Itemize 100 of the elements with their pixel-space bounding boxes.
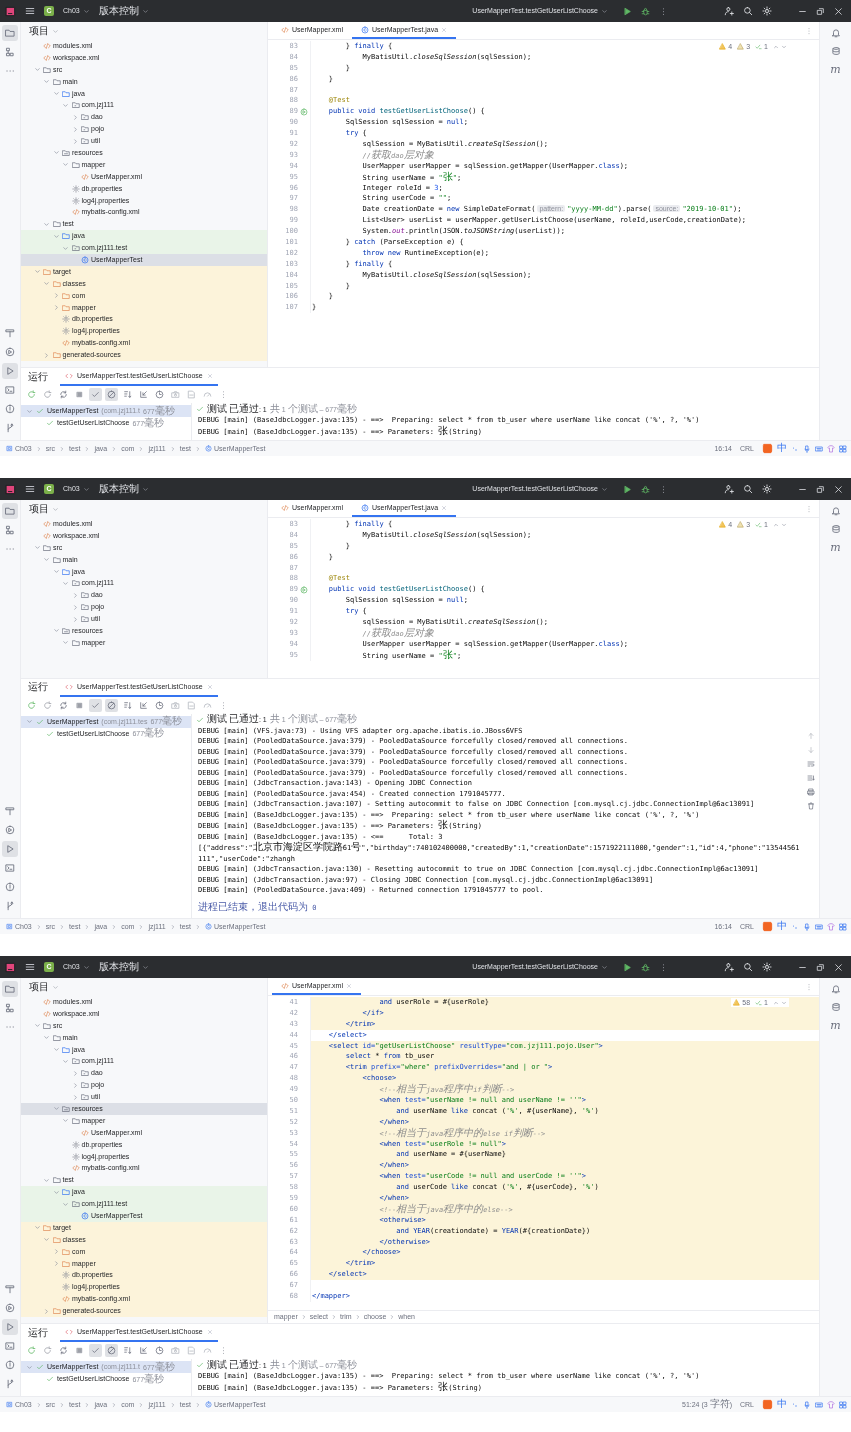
- toolbar-button[interactable]: [89, 388, 102, 401]
- microphone-icon[interactable]: [803, 1400, 811, 1409]
- toolbar-button[interactable]: [89, 1344, 102, 1357]
- trash-icon[interactable]: [807, 801, 815, 810]
- keyboard-icon[interactable]: [815, 922, 823, 931]
- toolbar-button[interactable]: [121, 388, 134, 401]
- arrow-down-icon[interactable]: [807, 745, 815, 754]
- run-icon[interactable]: [623, 484, 632, 494]
- panel-title[interactable]: 项目: [29, 24, 49, 38]
- toolbar-button[interactable]: [41, 698, 54, 712]
- database-icon[interactable]: [830, 524, 841, 534]
- input-method-icon[interactable]: [762, 1399, 773, 1410]
- toolbar-button[interactable]: [25, 698, 38, 712]
- toolbar-button[interactable]: [153, 698, 166, 712]
- input-mode[interactable]: 中: [777, 1399, 787, 1410]
- toolbar-button[interactable]: [41, 1344, 54, 1357]
- arrow-up-icon[interactable]: [807, 731, 815, 740]
- toolbar-button[interactable]: [121, 1344, 134, 1357]
- keyboard-icon[interactable]: [815, 1400, 823, 1409]
- search-icon[interactable]: [743, 6, 753, 16]
- settings-icon[interactable]: [762, 6, 772, 16]
- menu-icon[interactable]: [25, 484, 35, 494]
- maven-button[interactable]: m: [830, 542, 841, 554]
- panel-title[interactable]: 项目: [29, 980, 49, 994]
- toolbar-button[interactable]: [153, 1344, 166, 1357]
- input-method-icon[interactable]: [762, 443, 773, 454]
- punctuation-icon[interactable]: [791, 444, 799, 453]
- maven-button[interactable]: m: [830, 64, 841, 76]
- run-test-icon[interactable]: [300, 585, 308, 594]
- run-icon[interactable]: [623, 962, 632, 972]
- add-user-icon[interactable]: [724, 962, 734, 972]
- microphone-icon[interactable]: [803, 444, 811, 453]
- tool-window-button[interactable]: [2, 503, 18, 519]
- add-user-icon[interactable]: [724, 484, 734, 494]
- maven-button[interactable]: m: [830, 1020, 841, 1032]
- toolbar-button[interactable]: [169, 388, 182, 401]
- toolbar-button[interactable]: [57, 388, 70, 401]
- module-icon: [6, 445, 13, 452]
- run-icon[interactable]: [623, 6, 632, 16]
- tool-window-button[interactable]: [2, 981, 18, 997]
- toolbar-button[interactable]: [105, 1344, 118, 1357]
- database-icon[interactable]: [830, 46, 841, 56]
- settings-icon[interactable]: [762, 962, 772, 972]
- shirt-icon[interactable]: [827, 444, 835, 453]
- toolbar-button[interactable]: [105, 698, 118, 712]
- tool-window-button[interactable]: [2, 841, 18, 857]
- toolbar-button[interactable]: [41, 388, 54, 401]
- toolbar-button[interactable]: [25, 1344, 38, 1357]
- tool-window-button[interactable]: [2, 25, 18, 41]
- bug-icon[interactable]: [641, 962, 650, 972]
- restore-icon[interactable]: [816, 484, 825, 494]
- toolbar-button[interactable]: [105, 388, 118, 401]
- database-icon[interactable]: [830, 1002, 841, 1012]
- toolbar-button[interactable]: [185, 698, 198, 712]
- printer-icon[interactable]: [807, 787, 815, 796]
- menu-icon[interactable]: [25, 6, 35, 16]
- input-method-icon[interactable]: [762, 921, 773, 932]
- search-icon[interactable]: [743, 484, 753, 494]
- restore-icon[interactable]: [816, 6, 825, 16]
- punctuation-icon[interactable]: [791, 922, 799, 931]
- grid-icon[interactable]: [839, 444, 847, 453]
- input-mode[interactable]: 中: [777, 443, 787, 454]
- toolbar-button[interactable]: [137, 1344, 150, 1357]
- search-icon[interactable]: [743, 962, 753, 972]
- grid-icon[interactable]: [839, 922, 847, 931]
- notification-icon[interactable]: [830, 506, 841, 516]
- microphone-icon[interactable]: [803, 922, 811, 931]
- toolbar-button[interactable]: [169, 1344, 182, 1357]
- toolbar-button[interactable]: [89, 698, 102, 712]
- punctuation-icon[interactable]: [791, 1400, 799, 1409]
- notification-icon[interactable]: [830, 984, 841, 994]
- toolbar-button[interactable]: [153, 388, 166, 401]
- vcs-selector[interactable]: 版本控制: [98, 484, 149, 494]
- wrap-icon[interactable]: [807, 759, 815, 768]
- bug-icon[interactable]: [641, 484, 650, 494]
- shirt-icon[interactable]: [827, 1400, 835, 1409]
- vcs-selector[interactable]: 版本控制: [98, 6, 149, 16]
- warning-icon: [737, 521, 745, 528]
- scroll-end-icon[interactable]: [807, 773, 815, 782]
- bug-icon[interactable]: [641, 6, 650, 16]
- toolbar-button[interactable]: [185, 388, 198, 401]
- toolbar-button[interactable]: [57, 1344, 70, 1357]
- grid-icon[interactable]: [839, 1400, 847, 1409]
- settings-icon[interactable]: [762, 484, 772, 494]
- keyboard-icon[interactable]: [815, 444, 823, 453]
- toolbar-button[interactable]: [25, 388, 38, 401]
- menu-icon[interactable]: [25, 962, 35, 972]
- vcs-selector[interactable]: 版本控制: [98, 962, 149, 972]
- notification-icon[interactable]: [830, 28, 841, 38]
- shirt-icon[interactable]: [827, 922, 835, 931]
- input-mode[interactable]: 中: [777, 921, 787, 932]
- run-test-icon[interactable]: [300, 107, 308, 116]
- add-user-icon[interactable]: [724, 6, 734, 16]
- panel-title[interactable]: 项目: [29, 502, 49, 516]
- toolbar-button[interactable]: [185, 1344, 198, 1357]
- toolbar-button[interactable]: [137, 388, 150, 401]
- tool-window-button[interactable]: [2, 1319, 18, 1335]
- tool-window-button[interactable]: [2, 363, 18, 379]
- check-icon: [196, 405, 204, 413]
- restore-icon[interactable]: [816, 962, 825, 972]
